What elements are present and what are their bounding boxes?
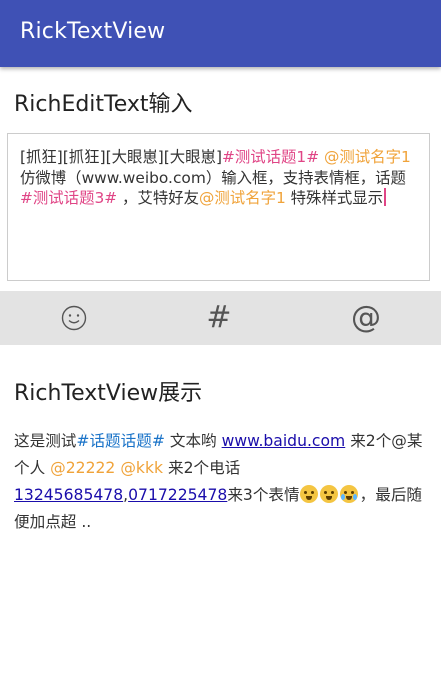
display-section-heading: RichTextView展示 xyxy=(14,381,203,406)
rich-text-view: 这是测试#话题话题# 文本哟 www.baidu.com 来2个@某个人 @22… xyxy=(14,428,429,536)
mention-tag[interactable]: @测试名字1 xyxy=(324,148,411,166)
body-text: ，艾特好友 xyxy=(117,189,200,207)
link-text[interactable]: www.baidu.com xyxy=(222,432,346,450)
surprised-emoji-icon xyxy=(299,485,318,503)
body-text: 特殊样式显示 xyxy=(285,189,384,207)
mention-button[interactable]: @ xyxy=(348,300,384,336)
emoji-icon xyxy=(61,305,87,331)
app-bar: RickTextView xyxy=(0,0,441,67)
mention-tag[interactable]: @测试名字1 xyxy=(199,189,286,207)
emoji-button[interactable] xyxy=(56,300,92,336)
body-text: 文本哟 xyxy=(164,432,222,450)
body-text: 来2个电话 xyxy=(163,459,241,477)
link-text[interactable]: 0717225478 xyxy=(128,486,227,504)
body-text: [抓狂][抓狂][大眼崽][大眼崽] xyxy=(20,148,222,166)
link-text[interactable]: 13245685478 xyxy=(14,486,123,504)
body-text: 仿微博（www.weibo.com）输入框，支持表情框，话题 xyxy=(20,168,406,187)
app-title: RickTextView xyxy=(20,19,166,44)
mention-tag[interactable]: @22222 xyxy=(50,459,115,477)
edit-section-heading: RichEditText输入 xyxy=(14,92,193,117)
hash-icon: # xyxy=(206,300,232,335)
topic-tag[interactable]: #测试话题3# xyxy=(20,189,117,207)
text-cursor xyxy=(384,188,387,206)
topic-tag[interactable]: #话题话题# xyxy=(76,432,165,450)
topic-tag[interactable]: #测试话题1# xyxy=(222,148,319,166)
body-text: 来3个表情 xyxy=(227,486,300,504)
wink-emoji-icon xyxy=(319,485,338,503)
crying-emoji-icon xyxy=(339,485,358,503)
input-toolbar: # @ xyxy=(0,291,441,345)
topic-button[interactable]: # xyxy=(201,300,237,336)
body-text: 这是测试 xyxy=(14,432,77,450)
at-icon: @ xyxy=(351,300,381,335)
rich-edit-text-input[interactable]: [抓狂][抓狂][大眼崽][大眼崽]#测试话题1# @测试名字1 仿微博（www… xyxy=(7,133,430,281)
mention-tag[interactable]: @kkk xyxy=(120,459,163,477)
